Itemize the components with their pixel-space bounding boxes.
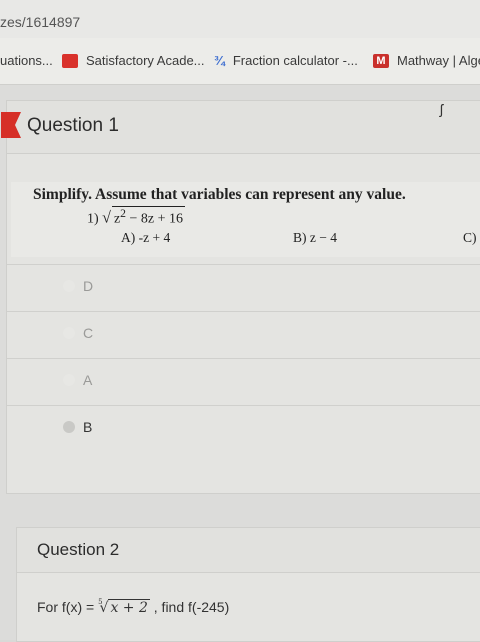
question-2-text: For f(x) = 5√ x + 2 , find f(-245)	[37, 598, 229, 616]
root-index: 5	[98, 598, 103, 606]
bookmarks-bar: uations... Satisfactory Acade... ¾ Fract…	[0, 38, 480, 85]
question-2-text-before: For f(x) =	[37, 599, 99, 615]
problem-image: Simplify. Assume that variables can repr…	[11, 182, 480, 257]
radical-sign-icon: √	[102, 209, 111, 227]
bookmark-label: Mathway | Alge	[397, 53, 480, 68]
satisfactory-academy-icon	[62, 53, 78, 68]
fraction-icon: ¾	[214, 53, 225, 68]
question-1-title: Question 1	[27, 115, 119, 136]
root-radicand: x + 2	[108, 599, 150, 616]
option-d[interactable]: D	[7, 264, 480, 311]
choice-b: B) z − 4	[293, 230, 337, 245]
question-1-body: Simplify. Assume that variables can repr…	[7, 154, 480, 493]
option-label: A	[83, 372, 93, 388]
option-c[interactable]: C	[7, 311, 480, 358]
question-2-title: Question 2	[37, 540, 120, 559]
question-2-header: Question 2	[17, 528, 480, 573]
question-1-header: Question 1 ʃ	[1, 101, 480, 154]
bookmark-label: Fraction calculator -...	[232, 53, 358, 68]
option-label: C	[83, 325, 94, 341]
option-label: D	[83, 278, 94, 294]
question-2-text-after: , find f(-245)	[149, 599, 230, 615]
choice-c: C) i	[463, 230, 480, 245]
choice-a: A) -z + 4	[121, 230, 171, 245]
radio-button[interactable]	[63, 327, 75, 339]
radio-button[interactable]	[63, 421, 75, 433]
problem-expression: 1) √ z2 − 8z + 16	[87, 206, 186, 228]
option-label: B	[83, 419, 93, 435]
radicand-rest: − 8z + 16	[126, 211, 184, 227]
radio-button[interactable]	[63, 374, 75, 386]
bookmark-fraction-calculator[interactable]: ¾ Fraction calculator -...	[214, 53, 358, 68]
fifth-root-expression: 5√ x + 2	[98, 598, 150, 616]
address-bar[interactable]: zes/1614897	[0, 0, 480, 39]
option-b[interactable]: B	[7, 405, 480, 452]
question-2-card: Question 2 For f(x) = 5√ x + 2 , find f(-…	[16, 527, 480, 642]
flag-icon[interactable]	[1, 112, 21, 138]
bookmark-satisfactory-academy[interactable]: Satisfactory Acade...	[62, 53, 205, 68]
radicand: z2 − 8z + 16	[111, 206, 186, 228]
option-a[interactable]: A	[7, 358, 480, 405]
corner-mark: ʃ	[439, 101, 443, 117]
address-url[interactable]: zes/1614897	[0, 14, 80, 30]
radio-button[interactable]	[63, 280, 75, 292]
mathway-icon: M	[373, 53, 389, 68]
bookmark-mathway[interactable]: M Mathway | Alge	[373, 53, 480, 68]
question-1-card: Question 1 ʃ Simplify. Assume that varia…	[1, 100, 480, 494]
problem-number: 1)	[87, 211, 99, 227]
bookmark-equations[interactable]: uations...	[0, 53, 53, 68]
bookmark-label: Satisfactory Acade...	[86, 53, 205, 68]
problem-prompt: Simplify. Assume that variables can repr…	[33, 186, 406, 203]
bookmark-label: uations...	[0, 53, 53, 68]
